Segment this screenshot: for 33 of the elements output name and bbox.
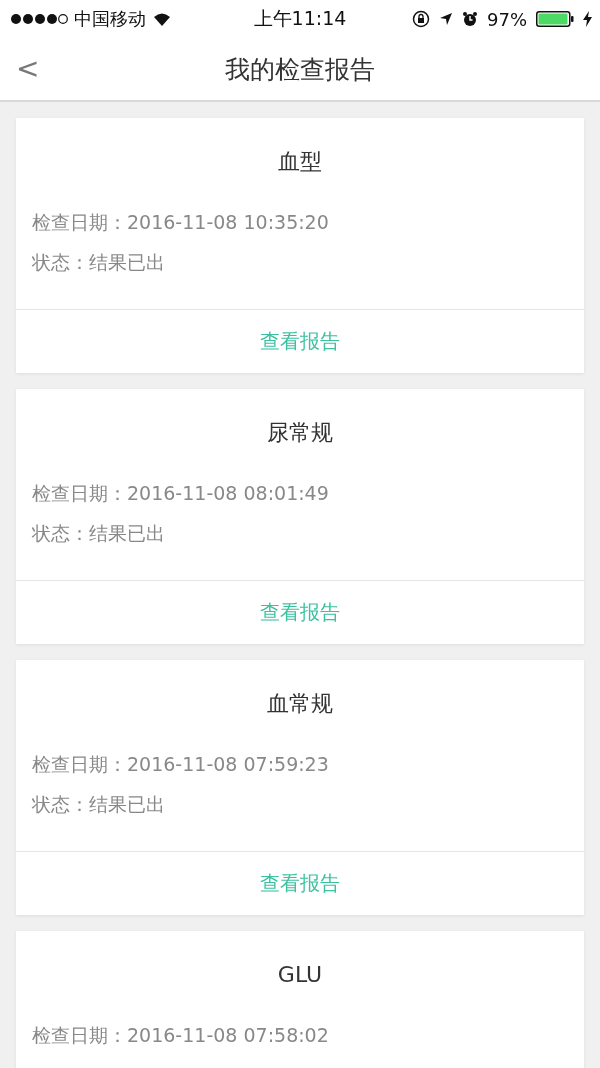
report-title: 尿常规 <box>266 419 334 447</box>
report-title: 血常规 <box>266 690 334 718</box>
report-status: 结果已出 <box>89 793 165 815</box>
date-label: 检查日期： <box>32 1024 127 1046</box>
carrier-name: 中国移动 <box>74 7 146 31</box>
wifi-icon <box>152 11 172 27</box>
battery-percent: 97% <box>487 8 527 30</box>
view-report-button[interactable]: 查看报告 <box>16 580 584 644</box>
report-status: 结果已出 <box>89 251 165 273</box>
report-date: 2016-11-08 07:59:23 <box>127 753 329 775</box>
signal-icon <box>10 13 68 25</box>
report-title: 血型 <box>277 148 323 176</box>
clock-time: 上午11:14 <box>253 6 347 31</box>
date-label: 检查日期： <box>32 482 127 504</box>
status-label: 状态： <box>32 251 89 273</box>
date-label: 检查日期： <box>32 211 127 233</box>
report-title: GLU <box>276 961 324 989</box>
status-label: 状态： <box>32 793 89 815</box>
report-date: 2016-11-08 07:58:02 <box>127 1024 329 1046</box>
alarm-clock-icon <box>462 11 478 27</box>
page-title: 我的检查报告 <box>225 53 375 86</box>
battery-icon <box>536 11 574 27</box>
location-arrow-icon <box>439 12 453 26</box>
view-report-button[interactable]: 查看报告 <box>16 851 584 915</box>
back-button[interactable]: < <box>12 52 44 86</box>
report-status: 结果已出 <box>89 522 165 544</box>
report-date: 2016-11-08 10:35:20 <box>127 211 329 233</box>
status-label: 状态： <box>32 522 89 544</box>
date-label: 检查日期： <box>32 753 127 775</box>
charging-bolt-icon <box>583 11 592 27</box>
view-report-button[interactable]: 查看报告 <box>16 309 584 373</box>
report-date: 2016-11-08 08:01:49 <box>127 482 329 504</box>
rotation-lock-icon <box>412 10 430 28</box>
